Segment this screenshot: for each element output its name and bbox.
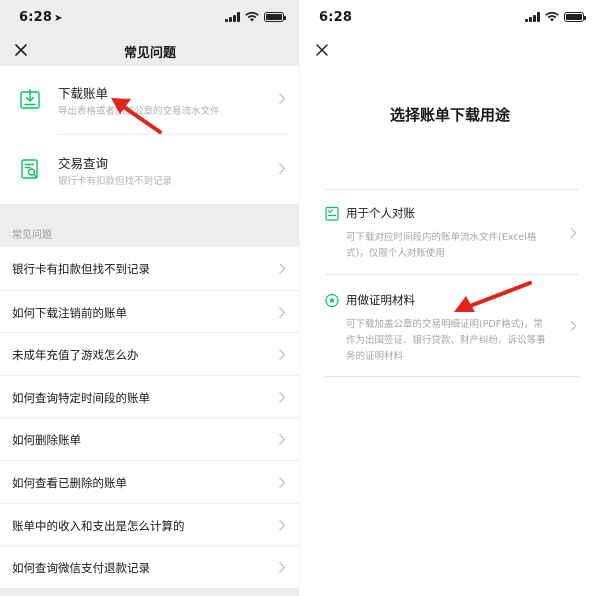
- faq-question: 账单中的收入和支出是怎么计算的: [12, 518, 185, 533]
- list-item[interactable]: 账单中的收入和支出是怎么计算的: [0, 502, 300, 546]
- status-icons: [225, 12, 286, 22]
- faq-question: 如何查看已删除的账单: [12, 475, 127, 490]
- chevron-right-icon: [279, 476, 286, 488]
- chevron-right-icon: [279, 93, 286, 104]
- page-title: 选择账单下载用途: [389, 106, 510, 124]
- list-item[interactable]: 如何查询微信支付退款记录: [0, 545, 300, 588]
- chevron-right-icon: [279, 391, 286, 403]
- personal-reconciliation-option[interactable]: 用于个人对账 可下载对应时间段内的账单流水文件(Excel格式)，仅限个人对账使…: [325, 205, 579, 269]
- list-item[interactable]: 如何下载注销前的账单: [0, 289, 300, 333]
- seal-star-icon: [325, 293, 339, 308]
- card-divider: [58, 134, 290, 135]
- close-icon[interactable]: [314, 42, 330, 58]
- download-bill-item[interactable]: 下载账单 导出表格或者加盖公章的交易流水文件: [0, 66, 300, 134]
- status-time-text: 6:28: [319, 10, 353, 25]
- list-item[interactable]: 如何删除账单: [0, 417, 300, 460]
- cellular-signal-icon: [525, 12, 540, 22]
- list-item[interactable]: 银行卡有扣款但找不到记录: [0, 247, 300, 290]
- divider: [325, 274, 579, 275]
- chevron-right-icon: [570, 227, 577, 239]
- download-icon: [20, 89, 40, 109]
- wifi-icon: [245, 12, 259, 22]
- transaction-query-subtitle: 银行卡有扣款但找不到记录: [58, 176, 173, 187]
- download-bill-subtitle: 导出表格或者加盖公章的交易流水文件: [58, 106, 220, 117]
- faq-list: 银行卡有扣款但找不到记录 如何下载注销前的账单 未成年充值了游戏怎么办 如何查询…: [0, 247, 300, 588]
- faq-question: 如何删除账单: [12, 433, 81, 448]
- faq-question: 如何查询特定时间段的账单: [12, 390, 150, 405]
- download-bill-title: 下载账单: [58, 86, 109, 101]
- chevron-right-icon: [279, 349, 286, 361]
- faq-question: 银行卡有扣款但找不到记录: [12, 262, 150, 276]
- status-bar: 6:28: [300, 0, 600, 34]
- nav-bar: 常见问题: [0, 34, 300, 66]
- chevron-right-icon: [279, 434, 286, 446]
- faq-question: 未成年充值了游戏怎么办: [12, 348, 139, 363]
- transaction-query-item[interactable]: 交易查询 银行卡有扣款但找不到记录: [0, 136, 300, 204]
- faq-screen: 6:28 ➤ 常见问题 下载账单 导出表格或者加盖公章的交易流水文件 交易查询 …: [0, 0, 300, 596]
- chevron-right-icon: [279, 163, 286, 174]
- battery-icon: [264, 12, 286, 22]
- wifi-icon: [545, 12, 559, 22]
- option-description: 可下载加盖公章的交易明细证明(PDF格式)，常作为出国签证、银行贷款、财产纠纷、…: [346, 319, 546, 362]
- list-item[interactable]: 如何查看已删除的账单: [0, 459, 300, 503]
- divider: [325, 189, 579, 190]
- checklist-icon: [325, 206, 339, 221]
- status-time: 6:28 ➤: [19, 10, 63, 25]
- battery-icon: [564, 12, 586, 22]
- chevron-right-icon: [279, 306, 286, 318]
- option-description: 可下载对应时间段内的账单流水文件(Excel格式)，仅限个人对账使用: [346, 232, 537, 259]
- divider: [325, 376, 579, 377]
- search-document-icon: [21, 159, 38, 179]
- location-arrow-icon: ➤: [54, 13, 63, 24]
- faq-section-title: 常见问题: [12, 230, 52, 241]
- option-title: 用于个人对账: [346, 206, 415, 220]
- status-bar: 6:28 ➤: [0, 0, 300, 34]
- status-time-text: 6:28: [19, 10, 53, 25]
- faq-question: 如何下载注销前的账单: [12, 305, 127, 320]
- proof-material-option[interactable]: 用做证明材料 可下载加盖公章的交易明细证明(PDF格式)，常作为出国签证、银行贷…: [325, 292, 579, 367]
- status-icons: [525, 12, 586, 22]
- list-item[interactable]: 未成年充值了游戏怎么办: [0, 332, 300, 375]
- option-title: 用做证明材料: [346, 293, 415, 307]
- status-time: 6:28: [319, 10, 352, 25]
- chevron-right-icon: [279, 562, 286, 574]
- chevron-right-icon: [279, 263, 286, 274]
- cellular-signal-icon: [225, 12, 240, 22]
- quick-actions-card: 下载账单 导出表格或者加盖公章的交易流水文件 交易查询 银行卡有扣款但找不到记录: [0, 66, 300, 204]
- chevron-right-icon: [570, 320, 577, 332]
- transaction-query-title: 交易查询: [58, 156, 109, 171]
- list-item[interactable]: 如何查询特定时间段的账单: [0, 374, 300, 418]
- page-title: 常见问题: [123, 46, 176, 61]
- chevron-right-icon: [279, 519, 286, 531]
- bill-purpose-screen: 6:28 选择账单下载用途 用于个人对账 可下载对应时间段内的账单流水文件(Ex…: [300, 0, 600, 596]
- faq-question: 如何查询微信支付退款记录: [12, 561, 150, 576]
